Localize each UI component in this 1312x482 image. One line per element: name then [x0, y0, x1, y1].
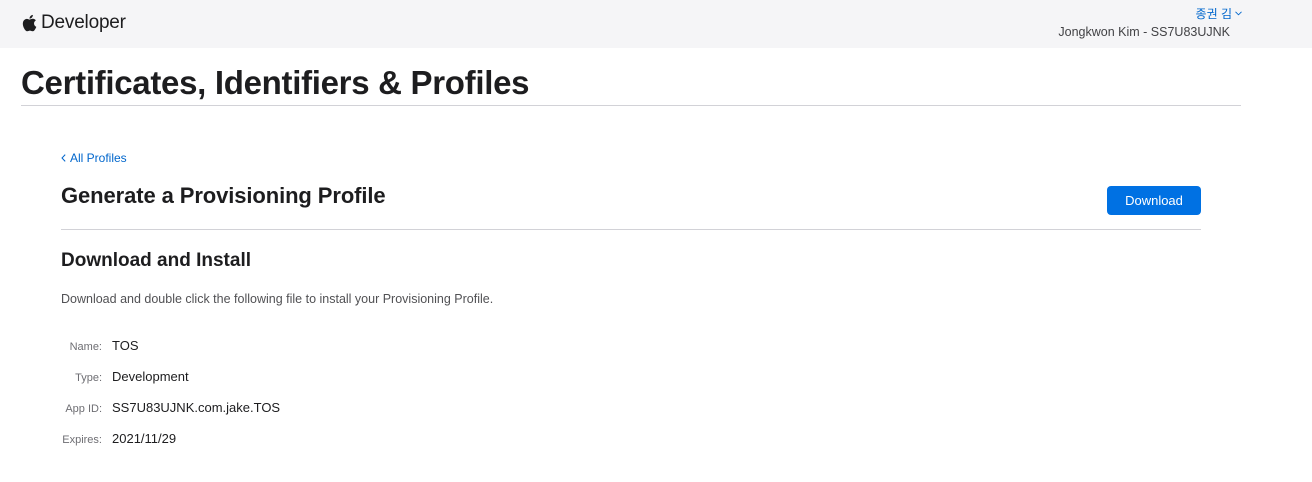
developer-home-link[interactable]: Developer: [21, 11, 126, 35]
detail-label: Type:: [75, 372, 102, 384]
all-profiles-link[interactable]: All Profiles: [61, 151, 127, 165]
page-title: Certificates, Identifiers & Profiles: [21, 64, 530, 101]
back-link-label: All Profiles: [70, 151, 127, 165]
detail-label: Name:: [69, 341, 102, 353]
account-name: 종권 김: [1195, 6, 1232, 21]
detail-row-type: Type: Development: [61, 369, 461, 400]
detail-label: Expires:: [62, 434, 102, 446]
section-title: Generate a Provisioning Profile: [61, 183, 386, 208]
detail-row-expires: Expires: 2021/11/29: [61, 431, 461, 462]
chevron-down-icon: [1235, 11, 1242, 16]
detail-value: SS7U83UJNK.com.jake.TOS: [112, 400, 281, 415]
detail-row-app-id: App ID: SS7U83UJNK.com.jake.TOS: [61, 400, 461, 431]
download-button[interactable]: Download: [1107, 186, 1201, 215]
title-divider: [21, 105, 1241, 106]
install-description: Download and double click the following …: [61, 292, 494, 306]
detail-label: App ID:: [65, 403, 102, 415]
detail-value: TOS: [112, 338, 139, 353]
section-divider: [61, 229, 1201, 230]
detail-value: 2021/11/29: [112, 431, 177, 446]
profile-details: Name: TOS Type: Development App ID: SS7U…: [61, 338, 461, 462]
download-install-heading: Download and Install: [61, 250, 252, 271]
global-nav: Developer 종권 김 Jongkwon Kim - SS7U83UJNK: [0, 0, 1312, 48]
detail-value: Development: [112, 369, 189, 384]
brand-name: Developer: [41, 12, 126, 33]
team-info: Jongkwon Kim - SS7U83UJNK: [1058, 25, 1230, 39]
apple-logo-icon: [22, 14, 37, 32]
chevron-left-icon: [61, 154, 66, 162]
detail-row-name: Name: TOS: [61, 338, 461, 369]
account-menu[interactable]: 종권 김: [1196, 5, 1242, 21]
